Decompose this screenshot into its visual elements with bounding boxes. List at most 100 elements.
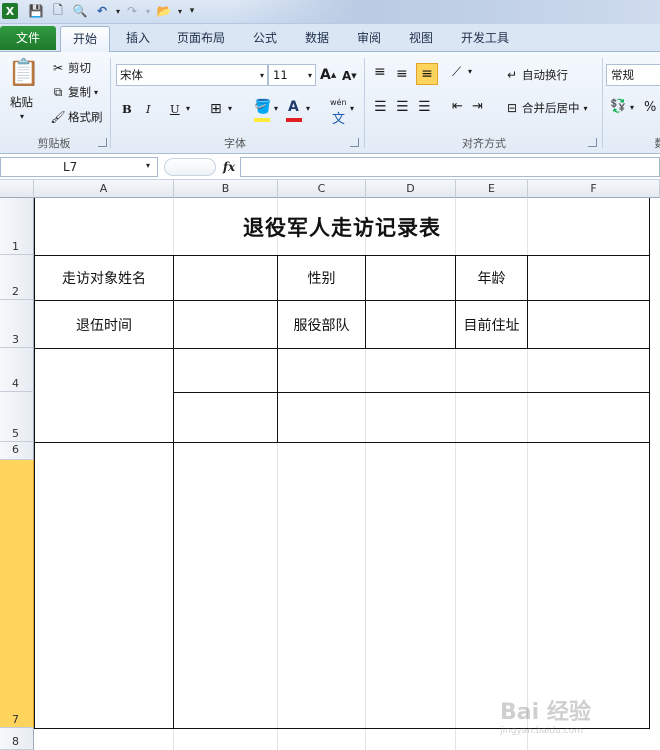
wrap-text-button[interactable]: ↵ 自动换行 (504, 67, 568, 83)
align-right-icon[interactable]: ☰ (418, 99, 431, 115)
service-unit-value-cell[interactable] (365, 300, 456, 349)
row-header-4[interactable]: 4 (0, 348, 34, 392)
orientation-dropdown-icon[interactable]: ▾ (468, 67, 472, 76)
discharge-time-value-cell[interactable] (173, 300, 278, 349)
redo-dropdown-icon[interactable]: ▾ (140, 3, 156, 19)
clipboard-launcher-icon[interactable] (98, 138, 107, 147)
percent-button[interactable]: % (644, 100, 656, 115)
age-value-cell[interactable] (527, 255, 650, 301)
borders-icon[interactable]: ⊞ (210, 101, 222, 117)
alignment-launcher-icon[interactable] (588, 138, 597, 147)
row-number: 3 (12, 333, 19, 346)
fill-dropdown-icon[interactable]: ▾ (274, 104, 278, 113)
borders-dropdown-icon[interactable]: ▾ (228, 104, 232, 113)
formula-input[interactable] (240, 157, 660, 177)
tab-view[interactable]: 视图 (402, 26, 440, 52)
tab-page-layout[interactable]: 页面布局 (170, 26, 232, 52)
align-left-icon[interactable]: ☰ (374, 99, 387, 115)
row-header-6[interactable]: 6 (0, 442, 34, 460)
column-header-a[interactable]: A (34, 180, 174, 198)
row-header-3[interactable]: 3 (0, 300, 34, 348)
row-header-8[interactable]: 8 (0, 728, 34, 750)
print-preview-icon[interactable]: 🔍 (72, 3, 88, 19)
copy-button[interactable]: ⧉ 复制 ▾ (50, 84, 98, 100)
underline-dropdown-icon[interactable]: ▾ (186, 104, 190, 113)
paste-icon[interactable]: 📋 (8, 56, 40, 90)
merge-dropdown-icon[interactable]: ▾ (584, 104, 588, 113)
column-header-f[interactable]: F (528, 180, 660, 198)
increase-indent-icon[interactable]: ⇥ (472, 99, 483, 114)
align-top-icon[interactable]: ≡ (374, 64, 386, 80)
column-header-e[interactable]: E (456, 180, 528, 198)
undo-icon[interactable]: ↶ (94, 3, 110, 19)
tab-data[interactable]: 数据 (298, 26, 336, 52)
save-icon[interactable]: 💾 (28, 3, 44, 19)
accounting-dropdown-icon[interactable]: ▾ (630, 103, 634, 112)
align-center-icon[interactable]: ☰ (396, 99, 409, 115)
align-bottom-icon[interactable]: ≡ (416, 63, 438, 85)
select-all-corner[interactable] (0, 180, 34, 198)
bold-button[interactable]: B (122, 102, 132, 116)
merge-center-button[interactable]: ⊟ 合并后居中 ▾ (504, 100, 588, 116)
copy-dropdown-icon[interactable]: ▾ (94, 88, 98, 97)
font-name-select[interactable]: 宋体 ▾ (116, 64, 268, 86)
watermark-logo: Bai 经验 (500, 700, 591, 725)
tab-developer[interactable]: 开发工具 (454, 26, 516, 52)
name-box-dropdown-icon[interactable]: ▾ (146, 161, 150, 170)
cell-a4-a5-merged[interactable] (34, 348, 174, 443)
gender-label: 性别 (307, 271, 336, 287)
row-number: 7 (12, 713, 19, 726)
tab-insert[interactable]: 插入 (118, 26, 158, 52)
font-color-dropdown-icon[interactable]: ▾ (306, 104, 310, 113)
column-header-b[interactable]: B (174, 180, 278, 198)
fill-color-swatch (254, 118, 270, 122)
row-header-1[interactable]: 1 (0, 198, 34, 255)
shrink-font-button[interactable]: A ▼ (342, 69, 357, 83)
paste-button[interactable]: 粘贴 (10, 94, 33, 110)
clipboard-group-label: 剪贴板 (37, 137, 71, 150)
row-number: 6 (12, 443, 19, 456)
decrease-indent-icon[interactable]: ⇤ (452, 99, 463, 114)
phonetic-button[interactable]: wén (330, 98, 347, 107)
column-header-c[interactable]: C (278, 180, 366, 198)
visit-name-value-cell[interactable] (173, 255, 278, 301)
cell-b6-f7-merged[interactable] (173, 442, 650, 729)
formula-bar-resize-handle[interactable] (164, 158, 216, 176)
italic-button[interactable]: I (146, 102, 151, 116)
underline-button[interactable]: U (170, 102, 180, 116)
column-header-d[interactable]: D (366, 180, 456, 198)
open-folder-icon[interactable]: 📂 (156, 3, 172, 19)
align-middle-icon[interactable]: ≡ (396, 66, 408, 82)
font-size-select[interactable]: 11 ▾ (268, 64, 316, 86)
accounting-icon[interactable]: 💱 (610, 99, 626, 114)
font-color-button[interactable]: A (288, 99, 299, 115)
tab-review[interactable]: 审阅 (350, 26, 388, 52)
font-launcher-icon[interactable] (350, 138, 359, 147)
grow-font-button[interactable]: A ▲ (320, 67, 336, 83)
cell-c5-f5-merged[interactable] (277, 392, 650, 443)
row-header-2[interactable]: 2 (0, 255, 34, 300)
format-painter-button[interactable]: 🖌 格式刷 (50, 109, 102, 125)
name-box[interactable]: L7 (0, 157, 158, 177)
cell-c4-f4-merged[interactable] (277, 348, 650, 393)
insert-function-button[interactable]: fx (218, 157, 240, 177)
row-header-5[interactable]: 5 (0, 392, 34, 442)
address-value-cell[interactable] (527, 300, 650, 349)
tab-file[interactable]: 文件 (0, 26, 56, 50)
number-format-select[interactable]: 常规 (606, 64, 660, 86)
cut-button[interactable]: ✂ 剪切 (50, 60, 91, 76)
customize-qat-icon[interactable]: ▾ (184, 3, 200, 19)
new-file-icon[interactable]: 🗋 (50, 3, 66, 19)
orientation-icon[interactable]: ⟋ (452, 65, 461, 80)
tab-home[interactable]: 开始 (60, 26, 110, 53)
redo-icon[interactable]: ↷ (124, 3, 140, 19)
cell-b4[interactable] (173, 348, 278, 393)
row-header-7[interactable]: 7 (0, 460, 34, 728)
fill-color-icon[interactable]: 🪣 (254, 99, 271, 115)
tab-formulas[interactable]: 公式 (246, 26, 284, 52)
paste-dropdown-icon[interactable]: ▾ (20, 112, 24, 121)
gender-value-cell[interactable] (365, 255, 456, 301)
phonetic-dropdown-icon[interactable]: ▾ (350, 104, 354, 113)
cell-b5[interactable] (173, 392, 278, 443)
cell-a6-a7-merged[interactable] (34, 442, 174, 729)
